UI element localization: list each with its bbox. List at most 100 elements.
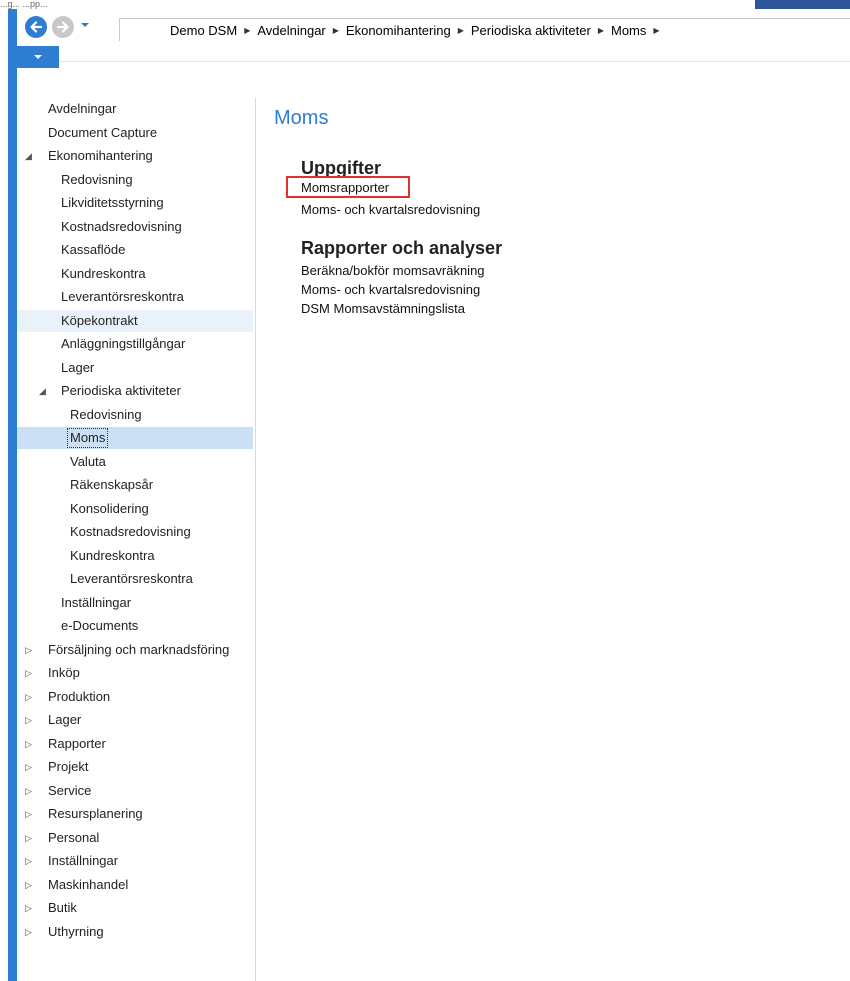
collapsed-triangle-icon[interactable]: ▷ (25, 874, 32, 896)
sidebar-item-label: Redovisning (61, 171, 133, 187)
sidebar-item-e-documents[interactable]: e-Documents (17, 615, 253, 637)
sidebar-item-label: Anläggningstillgångar (61, 336, 186, 351)
sidebar-item-projekt[interactable]: ▷ Projekt (17, 756, 253, 778)
collapsed-triangle-icon[interactable]: ▷ (25, 897, 32, 919)
sidebar-item-label: Uthyrning (48, 923, 104, 939)
collapsed-triangle-icon[interactable]: ▷ (25, 850, 32, 872)
sidebar-item-label: Kostnadsredovisning (70, 524, 191, 539)
sidebar-item-produktion[interactable]: ▷ Produktion (17, 686, 253, 708)
collapsed-triangle-icon[interactable]: ▷ (25, 921, 32, 943)
collapsed-triangle-icon[interactable]: ▷ (25, 709, 32, 731)
sidebar-item-försäljning-och-marknadsföring[interactable]: ▷ Försäljning och marknadsföring (17, 639, 253, 661)
back-button[interactable] (25, 16, 47, 38)
collapsed-triangle-icon[interactable]: ▷ (25, 686, 32, 708)
sidebar-item-label: Valuta (70, 453, 106, 469)
sidebar-item-label: Resursplanering (48, 806, 143, 821)
address-breadcrumb[interactable]: Demo DSM ▶ Avdelningar ▶ Ekonomihanterin… (119, 18, 850, 41)
page-title: Moms (274, 107, 329, 129)
sidebar-item-kundreskontra[interactable]: Kundreskontra (17, 545, 253, 567)
breadcrumb-separator-icon[interactable]: ▶ (458, 26, 464, 35)
collapsed-triangle-icon[interactable]: ▷ (25, 803, 32, 825)
breadcrumb-item-demo-dsm[interactable]: Demo DSM (170, 23, 237, 38)
sidebar-item-moms[interactable]: Moms (17, 427, 253, 449)
sidebar-item-leverantörsreskontra[interactable]: Leverantörsreskontra (17, 568, 253, 590)
sidebar-item-lager[interactable]: ▷ Lager (17, 709, 253, 731)
chevron-down-icon (34, 55, 42, 59)
sidebar-item-label: Inställningar (61, 594, 132, 610)
link-berakna-bokfor-momsavrakning[interactable]: Beräkna/bokför momsavräkning (301, 263, 485, 278)
sidebar-item-avdelningar[interactable]: Avdelningar (17, 98, 253, 120)
link-moms-och-kvartalsredovisning-rapport[interactable]: Moms- och kvartalsredovisning (301, 282, 480, 297)
breadcrumb-item-moms[interactable]: Moms (611, 23, 646, 38)
sidebar-item-periodiska-aktiviteter[interactable]: ◢ Periodiska aktiviteter (17, 380, 253, 402)
collapsed-triangle-icon[interactable]: ▷ (25, 827, 32, 849)
sidebar-item-valuta[interactable]: Valuta (17, 451, 253, 473)
sidebar-item-label: e-Documents (61, 618, 139, 633)
sidebar-item-label: Likviditetsstyrning (61, 195, 164, 210)
link-dsm-momsavstamningslista[interactable]: DSM Momsavstämningslista (301, 301, 465, 316)
breadcrumb-separator-icon[interactable]: ▶ (333, 26, 339, 35)
sidebar-item-butik[interactable]: ▷ Butik (17, 897, 253, 919)
sidebar-item-räkenskapsår[interactable]: Räkenskapsår (17, 474, 253, 496)
navigation-pane: Avdelningar Document Capture ◢ Ekonomihante… (17, 98, 256, 981)
sidebar-item-label: Redovisning (70, 406, 142, 422)
sidebar-item-leverantörsreskontra[interactable]: Leverantörsreskontra (17, 286, 253, 308)
breadcrumb-item-avdelningar[interactable]: Avdelningar (257, 23, 325, 38)
sidebar-item-label: Moms (67, 428, 109, 448)
application-menu-button[interactable] (17, 46, 59, 68)
collapsed-triangle-icon[interactable]: ▷ (25, 756, 32, 778)
sidebar-item-label: Projekt (48, 759, 89, 774)
breadcrumb-separator-icon[interactable]: ▶ (653, 26, 659, 35)
link-moms-och-kvartalsredovisning[interactable]: Moms- och kvartalsredovisning (301, 202, 480, 217)
sidebar-item-label: Periodiska aktiviteter (61, 383, 181, 398)
window-title-strip: ...g... ...pp... (0, 0, 850, 9)
sidebar-item-label: Lager (61, 359, 95, 375)
link-momsrapporter[interactable]: Momsrapporter (301, 180, 389, 195)
sidebar-item-maskinhandel[interactable]: ▷ Maskinhandel (17, 874, 253, 896)
sidebar-item-label: Service (48, 782, 92, 798)
sidebar-item-uthyrning[interactable]: ▷ Uthyrning (17, 921, 253, 943)
sidebar-item-label: Kostnadsredovisning (61, 218, 182, 234)
collapsed-triangle-icon[interactable]: ▷ (25, 733, 32, 755)
sidebar-item-likviditetsstyrning[interactable]: Likviditetsstyrning (17, 192, 253, 214)
sidebar-item-label: Avdelningar (48, 101, 117, 116)
sidebar-item-anläggningstillgångar[interactable]: Anläggningstillgångar (17, 333, 253, 355)
forward-button[interactable] (52, 16, 74, 38)
sidebar-item-konsolidering[interactable]: Konsolidering (17, 498, 253, 520)
sidebar-item-label: Personal (48, 829, 100, 845)
sidebar-item-kostnadsredovisning[interactable]: Kostnadsredovisning (17, 521, 253, 543)
sidebar-item-ekonomihantering[interactable]: ◢ Ekonomihantering (17, 145, 253, 167)
sidebar-item-lager[interactable]: Lager (17, 357, 253, 379)
breadcrumb-separator-icon[interactable]: ▶ (244, 26, 250, 35)
sidebar-item-redovisning[interactable]: Redovisning (17, 404, 253, 426)
group-title-rapporter-och-analyser: Rapporter och analyser (301, 238, 503, 258)
sidebar-item-label: Leverantörsreskontra (61, 289, 184, 304)
sidebar-item-rapporter[interactable]: ▷ Rapporter (17, 733, 253, 755)
arrow-left-icon (30, 21, 43, 33)
sidebar-item-kundreskontra[interactable]: Kundreskontra (17, 263, 253, 285)
breadcrumb-separator-icon[interactable]: ▶ (598, 26, 604, 35)
breadcrumb-item-periodiska-aktiviteter[interactable]: Periodiska aktiviteter (471, 23, 591, 38)
collapsed-triangle-icon[interactable]: ▷ (25, 639, 32, 661)
chevron-down-icon (81, 23, 89, 27)
sidebar-item-inköp[interactable]: ▷ Inköp (17, 662, 253, 684)
sidebar-item-inställningar[interactable]: ▷ Inställningar (17, 850, 253, 872)
sidebar-item-resursplanering[interactable]: ▷ Resursplanering (17, 803, 253, 825)
sidebar-item-label: Kundreskontra (70, 547, 155, 563)
expanded-triangle-icon[interactable]: ◢ (39, 380, 46, 402)
sidebar-item-label: Inställningar (48, 853, 119, 868)
sidebar-item-kostnadsredovisning[interactable]: Kostnadsredovisning (17, 216, 253, 238)
breadcrumb-item-ekonomihantering[interactable]: Ekonomihantering (346, 23, 451, 38)
sidebar-item-inställningar[interactable]: Inställningar (17, 592, 253, 614)
sidebar-item-service[interactable]: ▷ Service (17, 780, 253, 802)
expanded-triangle-icon[interactable]: ◢ (25, 145, 32, 167)
sidebar-item-label: Maskinhandel (48, 876, 129, 892)
collapsed-triangle-icon[interactable]: ▷ (25, 662, 32, 684)
sidebar-item-kassaflöde[interactable]: Kassaflöde (17, 239, 253, 261)
sidebar-item-redovisning[interactable]: Redovisning (17, 169, 253, 191)
sidebar-item-köpekontrakt[interactable]: Köpekontrakt (17, 309, 253, 332)
history-dropdown-button[interactable] (78, 18, 92, 32)
collapsed-triangle-icon[interactable]: ▷ (25, 780, 32, 802)
sidebar-item-document-capture[interactable]: Document Capture (17, 122, 253, 144)
sidebar-item-personal[interactable]: ▷ Personal (17, 827, 253, 849)
